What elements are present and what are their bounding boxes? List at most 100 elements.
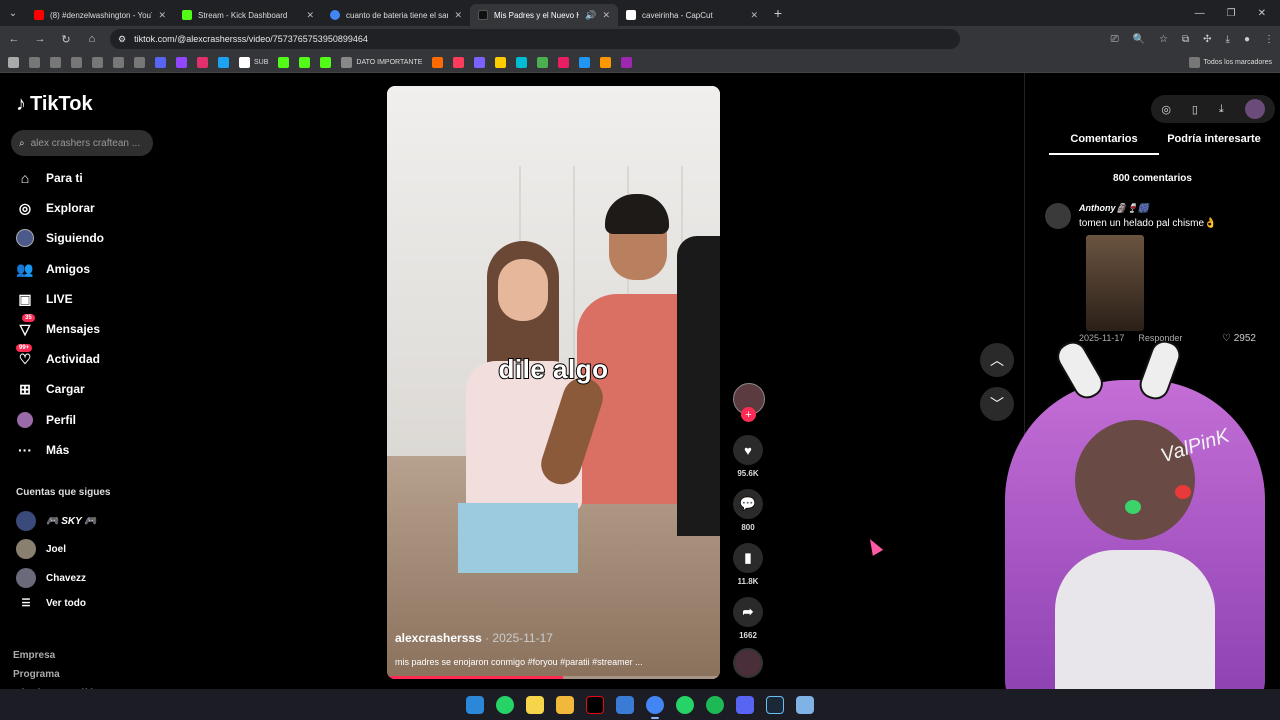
close-window-icon[interactable]: ✕ (1258, 8, 1266, 19)
tab-capcut[interactable]: caveirinha - CapCut ✕ (618, 4, 766, 26)
folder-icon[interactable] (134, 56, 145, 68)
bookmark-icon[interactable] (453, 56, 465, 68)
nav-para-ti[interactable]: ⌂ Para ti (16, 169, 83, 187)
bookmark-icon[interactable] (600, 56, 612, 68)
bookmark-icon[interactable] (278, 56, 290, 68)
comment-user[interactable]: Anthony🗿🍷🎆 (1079, 203, 1149, 214)
whatsapp-icon[interactable] (496, 695, 514, 714)
following-chavezz[interactable]: Chavezz (16, 568, 86, 588)
download-icon[interactable]: ⤓ (1219, 103, 1224, 116)
compass-icon[interactable]: ◎ (1161, 103, 1171, 116)
nav-mensajes[interactable]: ▽ 35 Mensajes (16, 314, 100, 338)
back-icon[interactable]: ← (6, 33, 22, 45)
whatsapp-icon[interactable] (676, 695, 694, 714)
nav-siguiendo[interactable]: Siguiendo (16, 229, 104, 247)
photos-icon[interactable] (616, 695, 634, 714)
folder-icon[interactable] (113, 56, 124, 68)
extension-icon[interactable]: ⧉ (1182, 34, 1189, 45)
tab-tiktok[interactable]: Mis Padres y el Nuevo Herm 🔊 ✕ (470, 4, 618, 26)
footer-link[interactable]: Empresa (13, 646, 110, 665)
sticky-notes-icon[interactable] (526, 695, 544, 714)
minimize-icon[interactable]: — (1195, 8, 1205, 19)
music-disc[interactable] (733, 648, 763, 678)
chrome-icon[interactable] (646, 695, 664, 719)
nav-cargar[interactable]: ⊞ Cargar (16, 380, 85, 398)
bookmark-dato[interactable]: DATO IMPORTANTE (341, 56, 422, 68)
bookmark-icon[interactable] (155, 56, 166, 68)
bookmark-icon[interactable] (537, 56, 549, 68)
bookmark-icon[interactable] (176, 56, 187, 68)
like-button[interactable]: ♥ 95.6K (731, 435, 765, 478)
zoom-icon[interactable]: 🔍 (1133, 34, 1145, 45)
nav-live[interactable]: ▣ LIVE (16, 290, 72, 308)
discord-icon[interactable] (736, 695, 754, 714)
nav-mas[interactable]: ··· Más (16, 441, 69, 459)
maximize-icon[interactable]: ❐ (1227, 8, 1236, 19)
follow-plus-icon[interactable]: + (741, 407, 756, 422)
following-joel[interactable]: Joel (16, 539, 66, 559)
spotify-icon[interactable] (706, 695, 724, 714)
close-icon[interactable]: ✕ (158, 10, 166, 21)
windows-start-icon[interactable] (466, 695, 484, 714)
nav-amigos[interactable]: 👥 Amigos (16, 260, 90, 278)
bookmark-icon[interactable] (495, 56, 507, 68)
bookmark-icon[interactable] (579, 56, 591, 68)
new-tab-button[interactable]: + (766, 5, 790, 21)
tab-search-icon[interactable]: ⌄ (0, 0, 26, 26)
see-all-following[interactable]: ☰ Ver todo (16, 598, 87, 609)
avatar[interactable] (1244, 99, 1265, 119)
following-sky[interactable]: 🎮 SKY 🎮 (16, 511, 97, 531)
speaker-icon[interactable]: 🔊 (585, 10, 596, 21)
tiktok-logo[interactable]: ♪ TikTok (16, 93, 93, 116)
bookmark-icon[interactable] (320, 56, 332, 68)
folder-icon[interactable] (71, 56, 82, 68)
tab-google[interactable]: cuanto de bateria tiene el sam... ✕ (322, 4, 470, 26)
all-bookmarks[interactable]: Todos los marcadores (1188, 56, 1272, 68)
close-icon[interactable]: ✕ (454, 10, 462, 21)
profile-icon[interactable]: ● (1244, 34, 1250, 45)
video-progress-bar[interactable] (387, 676, 720, 679)
tab-kick[interactable]: Stream - Kick Dashboard ✕ (174, 4, 322, 26)
close-icon[interactable]: ✕ (602, 10, 610, 21)
folder-icon[interactable] (50, 56, 61, 68)
tab-podria-interesarte[interactable]: Podría interesarte (1159, 133, 1269, 155)
bookmark-icon[interactable] (218, 56, 229, 68)
comment-button[interactable]: 💬 800 (731, 489, 765, 532)
nav-explorar[interactable]: ◎ Explorar (16, 199, 95, 217)
close-icon[interactable]: ✕ (750, 10, 758, 21)
address-bar[interactable]: ⚙ tiktok.com/@alexcrashersss/video/75737… (110, 29, 960, 49)
save-button[interactable]: ▮ 11.8K (731, 543, 765, 586)
reload-icon[interactable]: ↻ (58, 33, 74, 46)
bookmark-icon[interactable] (197, 56, 208, 68)
tab-youtube[interactable]: (8) #denzelwashington - YouTube ✕ (26, 4, 174, 26)
footer-link[interactable]: Programa (13, 665, 110, 684)
share-button[interactable]: ➦ 1662 (731, 597, 765, 640)
search-input[interactable]: ⌕ alex crashers craftean ... (11, 130, 153, 156)
avatar[interactable] (1045, 203, 1071, 229)
nav-perfil[interactable]: Perfil (16, 411, 76, 429)
steam-icon[interactable] (766, 695, 784, 714)
bookmark-icon[interactable] (558, 56, 570, 68)
notepad-icon[interactable] (796, 695, 814, 714)
video-author[interactable]: alexcrashersss · 2025-11-17 (395, 631, 553, 645)
close-icon[interactable]: ✕ (306, 10, 314, 21)
site-info-icon[interactable]: ⚙ (118, 34, 126, 45)
tab-comentarios[interactable]: Comentarios (1049, 133, 1159, 155)
puzzle-icon[interactable]: ✣ (1203, 34, 1211, 45)
download-icon[interactable]: ⤓ (1226, 34, 1230, 45)
bookmark-sub[interactable]: SUB (239, 56, 268, 68)
apps-icon[interactable] (8, 56, 19, 68)
bookmark-icon[interactable] (432, 56, 444, 68)
comment-image[interactable] (1086, 235, 1144, 331)
netflix-icon[interactable] (586, 695, 604, 714)
bookmark-icon[interactable] (516, 56, 528, 68)
forward-icon[interactable]: → (32, 33, 48, 45)
menu-icon[interactable]: ⋮ (1264, 34, 1274, 45)
video-player[interactable]: dile algo alexcrashersss · 2025-11-17 mi… (387, 86, 720, 679)
file-explorer-icon[interactable] (556, 695, 574, 714)
bookmark-icon[interactable] (299, 56, 311, 68)
nav-actividad[interactable]: ♡ 99+ Actividad (16, 344, 100, 368)
folder-icon[interactable] (29, 56, 40, 68)
star-icon[interactable]: ☆ (1159, 34, 1168, 45)
video-description[interactable]: mis padres se enojaron conmigo #foryou #… (395, 657, 643, 667)
